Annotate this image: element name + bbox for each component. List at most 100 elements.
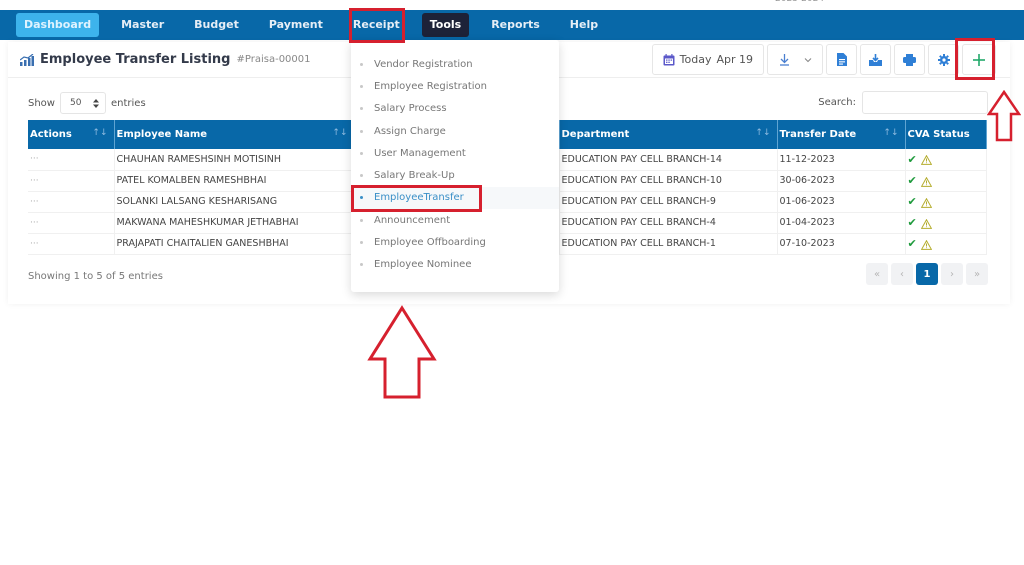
- menu-item-employee-offboarding[interactable]: Employee Offboarding: [351, 231, 559, 253]
- menu-item-label: Employee Nominee: [374, 259, 472, 271]
- col-transfer-date-label: Transfer Date: [779, 129, 857, 140]
- bullet-icon: [360, 107, 363, 111]
- nav-budget[interactable]: Budget: [186, 13, 247, 37]
- warning-icon[interactable]: [920, 176, 932, 187]
- bullet-icon: [360, 129, 363, 133]
- menu-item-label: Employee Offboarding: [374, 237, 486, 249]
- col-department[interactable]: Department ↑↓: [559, 120, 778, 149]
- last-page-button[interactable]: »: [966, 263, 988, 285]
- menu-item-label: Employee Registration: [374, 80, 488, 92]
- sort-icon: ↑↓: [332, 128, 348, 138]
- chevron-down-icon: [804, 57, 811, 62]
- nav-reports[interactable]: Reports: [483, 13, 548, 37]
- cva-status: ✔: [905, 212, 987, 234]
- page-length-value: 50: [69, 98, 82, 108]
- search-input[interactable]: [862, 91, 988, 114]
- menu-item-label: Assign Charge: [374, 125, 446, 137]
- department: EDUCATION PAY CELL BRANCH-10: [559, 170, 778, 192]
- cva-status: ✔: [905, 233, 987, 255]
- page-length-select[interactable]: 50: [59, 92, 106, 114]
- col-employee-name[interactable]: Employee Name ↑↓: [114, 120, 355, 149]
- toolbar: Today Apr 19: [651, 44, 996, 75]
- bullet-icon: [360, 84, 363, 88]
- warning-icon[interactable]: [920, 155, 932, 166]
- row-actions-menu[interactable]: ···: [28, 233, 115, 255]
- bullet-icon: [360, 174, 363, 178]
- menu-item-vendor-registration[interactable]: Vendor Registration: [351, 53, 559, 75]
- menu-item-employee-nominee[interactable]: Employee Nominee: [351, 254, 559, 276]
- menu-item-assign-charge[interactable]: Assign Charge: [351, 120, 559, 142]
- check-icon[interactable]: ✔: [908, 153, 917, 166]
- row-actions-menu[interactable]: ···: [28, 149, 115, 171]
- calendar-icon: [663, 53, 675, 65]
- menu-item-salary-process[interactable]: Salary Process: [351, 98, 559, 120]
- nav-tools[interactable]: Tools: [421, 13, 470, 37]
- department: EDUCATION PAY CELL BRANCH-4: [559, 212, 778, 234]
- check-icon[interactable]: ✔: [908, 216, 917, 229]
- row-actions-menu[interactable]: ···: [28, 170, 115, 192]
- menu-item-label: Announcement: [374, 214, 451, 226]
- first-page-button[interactable]: «: [866, 263, 888, 285]
- warning-icon[interactable]: [920, 218, 932, 229]
- download-dropdown-button[interactable]: [767, 44, 823, 75]
- document-button[interactable]: [826, 44, 857, 75]
- export-button[interactable]: [860, 44, 891, 75]
- nav-dashboard[interactable]: Dashboard: [16, 13, 100, 37]
- col-cva-status-label: CVA Status: [907, 129, 970, 140]
- prev-page-button[interactable]: ‹: [891, 263, 913, 285]
- department: EDUCATION PAY CELL BRANCH-1: [559, 233, 778, 255]
- employee-name: MAKWANA MAHESHKUMAR JETHABHAI: [114, 212, 355, 234]
- transfer-date: 01-06-2023: [777, 191, 906, 213]
- warning-icon[interactable]: [920, 239, 932, 250]
- top-strip: 2023-2024: [0, 0, 1024, 10]
- page-title: Employee Transfer Listing: [40, 52, 231, 67]
- employee-name: PRAJAPATI CHAITALIEN GANESHBHAI: [114, 233, 355, 255]
- menu-item-label: Salary Break-Up: [374, 170, 455, 182]
- check-icon[interactable]: ✔: [908, 195, 917, 208]
- col-actions[interactable]: Actions ↑↓: [28, 120, 115, 149]
- print-button[interactable]: [894, 44, 925, 75]
- col-transfer-date[interactable]: Transfer Date ↑↓: [777, 120, 906, 149]
- nav-master[interactable]: Master: [113, 13, 172, 37]
- col-actions-label: Actions: [30, 129, 72, 140]
- entries-label: entries: [110, 97, 146, 109]
- menu-item-salary-break-up[interactable]: Salary Break-Up: [351, 164, 559, 186]
- nav-payment[interactable]: Payment: [261, 13, 331, 37]
- transfer-date: 01-04-2023: [777, 212, 906, 234]
- gear-icon: [937, 53, 950, 66]
- document-icon: [836, 53, 847, 66]
- col-employee-name-label: Employee Name: [116, 129, 208, 140]
- transfer-date: 07-10-2023: [777, 233, 906, 255]
- sort-icon: ↑↓: [883, 128, 899, 138]
- menu-item-employee-registration[interactable]: Employee Registration: [351, 75, 559, 97]
- page-1-button[interactable]: 1: [916, 263, 938, 285]
- menu-item-announcement[interactable]: Announcement: [351, 209, 559, 231]
- col-department-label: Department: [561, 129, 630, 140]
- cva-status: ✔: [905, 149, 987, 171]
- date-button[interactable]: Today Apr 19: [651, 44, 764, 75]
- menu-item-label: Vendor Registration: [374, 58, 473, 70]
- menu-item-user-management[interactable]: User Management: [351, 142, 559, 164]
- check-icon[interactable]: ✔: [908, 174, 917, 187]
- menu-item-label: User Management: [374, 147, 466, 159]
- row-actions-menu[interactable]: ···: [28, 212, 115, 234]
- warning-icon[interactable]: [920, 197, 932, 208]
- bullet-icon: [360, 151, 363, 155]
- bullet-icon: [360, 241, 363, 245]
- show-label: Show: [28, 97, 55, 109]
- print-icon: [903, 53, 916, 66]
- next-page-button[interactable]: ›: [941, 263, 963, 285]
- date-label: Today: [679, 53, 712, 66]
- cva-status: ✔: [905, 170, 987, 192]
- col-cva-status[interactable]: CVA Status: [905, 120, 987, 149]
- date-value: Apr 19: [716, 53, 753, 66]
- bullet-icon: [360, 263, 363, 267]
- check-icon[interactable]: ✔: [908, 237, 917, 250]
- menu-item-label: Salary Process: [374, 103, 447, 115]
- search-label: Search:: [818, 97, 856, 108]
- transfer-date: 11-12-2023: [777, 149, 906, 171]
- highlight-tools-nav: [349, 8, 405, 43]
- nav-help[interactable]: Help: [562, 13, 606, 37]
- row-actions-menu[interactable]: ···: [28, 191, 115, 213]
- highlight-add-button: [955, 38, 995, 80]
